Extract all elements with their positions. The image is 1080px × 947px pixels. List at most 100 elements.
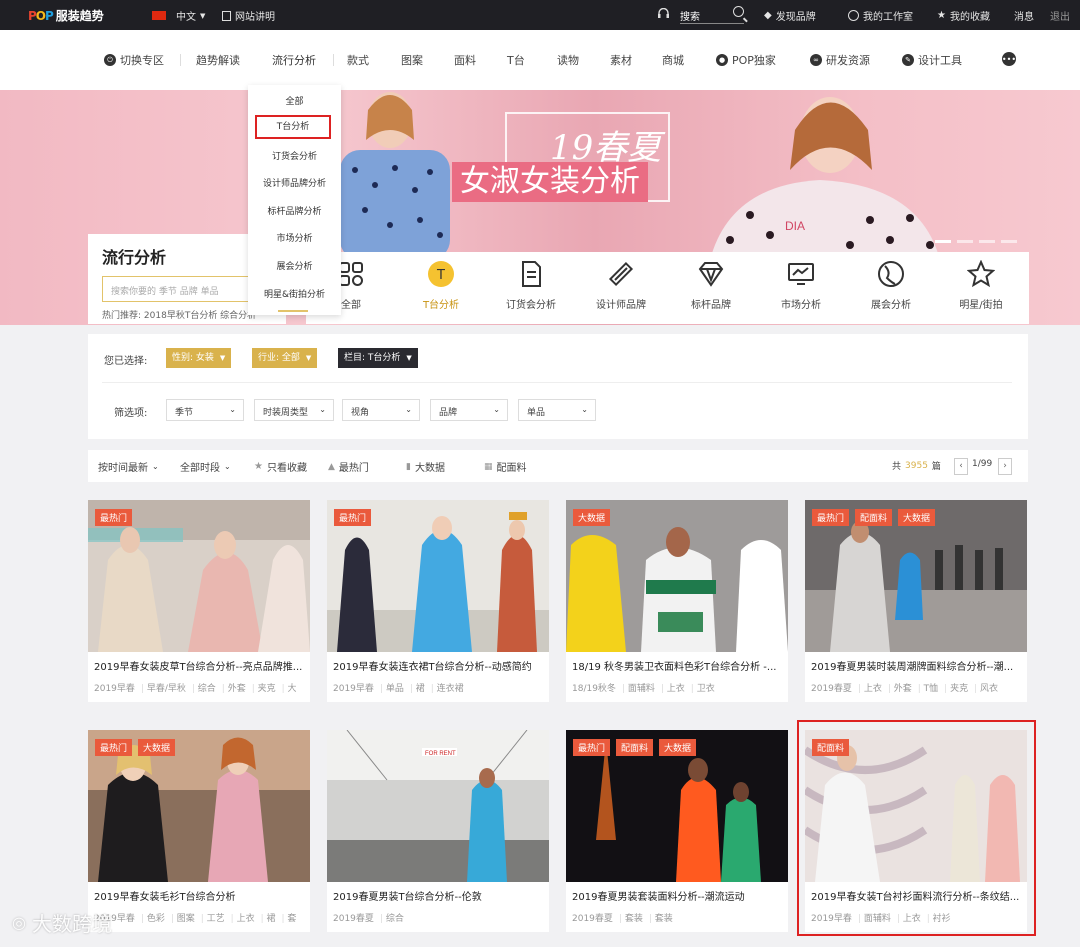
nav-books[interactable]: 读物 <box>557 52 579 68</box>
tag[interactable]: 18/19秋冬 <box>572 684 616 694</box>
fabric-toggle[interactable]: ▦ 配面料 <box>484 459 527 475</box>
sort-latest-select[interactable]: 按时间最新 ⌄ <box>98 459 159 474</box>
prev-page-button[interactable]: ‹ <box>954 458 968 475</box>
article-card[interactable]: 最热门 2019早春女装皮草T台综合分析--亮点品牌推... 2019早春早春/… <box>88 500 310 702</box>
hottest-toggle[interactable]: ▲ 最热门 <box>328 459 369 475</box>
filter-view-select[interactable]: 视角 ⌄ <box>342 399 420 421</box>
tag[interactable]: 夹克 <box>252 684 276 694</box>
nav-runway[interactable]: T台 <box>507 52 525 68</box>
tag[interactable]: 早春/早秋 <box>141 684 186 694</box>
card-title[interactable]: 2019春夏男装时装周潮牌面料综合分析--潮... <box>811 658 1023 673</box>
tag[interactable]: 套装 <box>649 914 673 924</box>
selected-filter-column[interactable]: 栏目: T台分析 ▼ <box>338 348 418 368</box>
tag[interactable]: 套 <box>282 914 297 924</box>
nav-design-tools[interactable]: ✎ 设计工具 <box>902 52 962 68</box>
tag[interactable]: 上衣 <box>661 684 685 694</box>
tag[interactable]: 裙 <box>410 684 425 694</box>
nav-pop-exclusive[interactable]: ● POP独家 <box>716 52 776 68</box>
tag[interactable]: 夹克 <box>944 684 968 694</box>
category-benchmark-brand[interactable]: 标杆品牌 <box>666 260 756 311</box>
category-order-fair[interactable]: 订货会分析 <box>486 260 576 311</box>
filter-fashion-week-select[interactable]: 时装周类型 ⌄ <box>254 399 334 421</box>
dropdown-item-benchmark-brand[interactable]: 标杆品牌分析 <box>248 204 341 217</box>
favorites-only-toggle[interactable]: ★ 只看收藏 <box>254 459 307 474</box>
dropdown-item-celebrity-street[interactable]: 明星&街拍分析 <box>248 287 341 300</box>
tag[interactable]: 单品 <box>380 684 404 694</box>
nav-rd-resources[interactable]: ∞ 研发资源 <box>810 52 870 68</box>
card-title[interactable]: 2019春夏男装T台综合分析--伦敦 <box>333 888 545 903</box>
card-title[interactable]: 2019早春女装皮草T台综合分析--亮点品牌推... <box>94 658 306 673</box>
site-guide-link[interactable]: 网站讲明 <box>222 8 275 23</box>
card-title[interactable]: 2019早春女装毛衫T台综合分析 <box>94 888 306 903</box>
tag[interactable]: 外套 <box>888 684 912 694</box>
my-studio-link[interactable]: 我的工作室 <box>848 8 913 23</box>
tag[interactable]: 2019早春 <box>333 684 374 694</box>
tag[interactable]: 2019早春 <box>94 684 135 694</box>
tag[interactable]: 面辅料 <box>622 684 655 694</box>
article-card[interactable]: 最热门 2019早春女装连衣裙T台综合分析--动感简约 2019早春单品裙连衣裙 <box>327 500 549 702</box>
category-runway-analysis[interactable]: T T台分析 <box>396 260 486 311</box>
tag[interactable]: 综合 <box>192 684 216 694</box>
nav-mall[interactable]: 商城 <box>662 52 684 68</box>
article-card[interactable]: 大数据 18/19 秋冬男装卫衣面料色彩T台综合分析 -... 18/19秋冬面… <box>566 500 788 702</box>
tag[interactable]: 外套 <box>222 684 246 694</box>
headset-icon[interactable] <box>657 8 670 20</box>
language-selector[interactable]: 中文 ▼ <box>152 8 205 23</box>
tag[interactable]: 2019春夏 <box>333 914 374 924</box>
tag[interactable]: 2019春夏 <box>572 914 613 924</box>
tag[interactable]: 工艺 <box>201 914 225 924</box>
tag[interactable]: 上衣 <box>231 914 255 924</box>
category-celebrity-street[interactable]: 明星/街拍 <box>936 260 1026 311</box>
tag[interactable]: 风衣 <box>974 684 998 694</box>
more-menu-button[interactable]: ••• <box>1002 52 1016 66</box>
search-input[interactable]: 搜索 <box>680 4 744 24</box>
nav-trend-analysis[interactable]: 流行分析 <box>272 52 316 68</box>
tag[interactable]: 上衣 <box>858 684 882 694</box>
card-title[interactable]: 2019早春女装连衣裙T台综合分析--动感简约 <box>333 658 545 673</box>
sort-period-select[interactable]: 全部时段 ⌄ <box>180 459 231 474</box>
tag[interactable]: 连衣裙 <box>431 684 464 694</box>
next-page-button[interactable]: › <box>998 458 1012 475</box>
article-card[interactable]: 最热门 配面料 大数据 2019春夏男装套装面料分析--潮流运动 2019春夏套… <box>566 730 788 932</box>
my-favorites-link[interactable]: ★ 我的收藏 <box>937 8 990 23</box>
category-designer-brand[interactable]: 设计师品牌 <box>576 260 666 311</box>
site-logo[interactable]: POP 服装趋势 <box>28 7 104 24</box>
nav-materials[interactable]: 素材 <box>610 52 632 68</box>
tag[interactable]: 裙 <box>261 914 276 924</box>
banner-carousel-dots[interactable] <box>935 240 1017 243</box>
hot-items[interactable]: 2018早秋T台分析 综合分析 <box>144 311 256 321</box>
dropdown-item-exhibition[interactable]: 展会分析 <box>248 259 341 272</box>
filter-season-select[interactable]: 季节 ⌄ <box>166 399 244 421</box>
tag[interactable]: 图案 <box>171 914 195 924</box>
card-title[interactable]: 18/19 秋冬男装卫衣面料色彩T台综合分析 -... <box>572 658 784 673</box>
tag[interactable]: 2019春夏 <box>811 684 852 694</box>
discover-brand-link[interactable]: ◆ 发现品牌 <box>764 8 816 23</box>
search-icon[interactable] <box>733 6 744 17</box>
tag[interactable]: 卫衣 <box>691 684 715 694</box>
tag[interactable]: 综合 <box>380 914 404 924</box>
nav-styles[interactable]: 款式 <box>347 52 369 68</box>
tag[interactable]: 套装 <box>619 914 643 924</box>
article-card[interactable]: 最热门 大数据 2019早春女装毛衫T台综合分析 2019早春色彩图案工艺上衣裙… <box>88 730 310 932</box>
filter-item-select[interactable]: 单品 ⌄ <box>518 399 596 421</box>
dropdown-item-market[interactable]: 市场分析 <box>248 231 341 244</box>
big-data-toggle[interactable]: ▮ 大数据 <box>406 459 445 475</box>
article-card[interactable]: FOR RENT 2019春夏男装T台综合分析--伦敦 2019春夏综合 <box>327 730 549 932</box>
logout-link[interactable]: 退出 <box>1050 8 1070 23</box>
category-market-analysis[interactable]: 市场分析 <box>756 260 846 311</box>
tag[interactable]: 大 <box>282 684 297 694</box>
dropdown-item-runway-analysis[interactable]: T台分析 <box>255 115 331 139</box>
category-exhibition[interactable]: 展会分析 <box>846 260 936 311</box>
card-title[interactable]: 2019春夏男装套装面料分析--潮流运动 <box>572 888 784 903</box>
nav-trend-reading[interactable]: 趋势解读 <box>196 52 240 68</box>
selected-filter-gender[interactable]: 性别: 女装 ▼ <box>166 348 232 368</box>
dropdown-item-designer-brand[interactable]: 设计师品牌分析 <box>248 176 341 189</box>
nav-switch-zone[interactable]: ⏻ 切换专区 <box>104 52 164 68</box>
tag[interactable]: 色彩 <box>141 914 165 924</box>
selected-filter-industry[interactable]: 行业: 全部 ▼ <box>252 348 318 368</box>
dropdown-item-all[interactable]: 全部 <box>248 94 341 107</box>
dropdown-item-order-fair[interactable]: 订货会分析 <box>248 149 341 162</box>
messages-link[interactable]: 消息 <box>1014 8 1034 23</box>
category-search-input[interactable]: 搜索你要的 季节 品牌 单品 <box>102 276 252 302</box>
article-card[interactable]: 最热门 配面料 大数据 2019春夏男装时装周潮牌面料综合分析--潮... 20… <box>805 500 1027 702</box>
